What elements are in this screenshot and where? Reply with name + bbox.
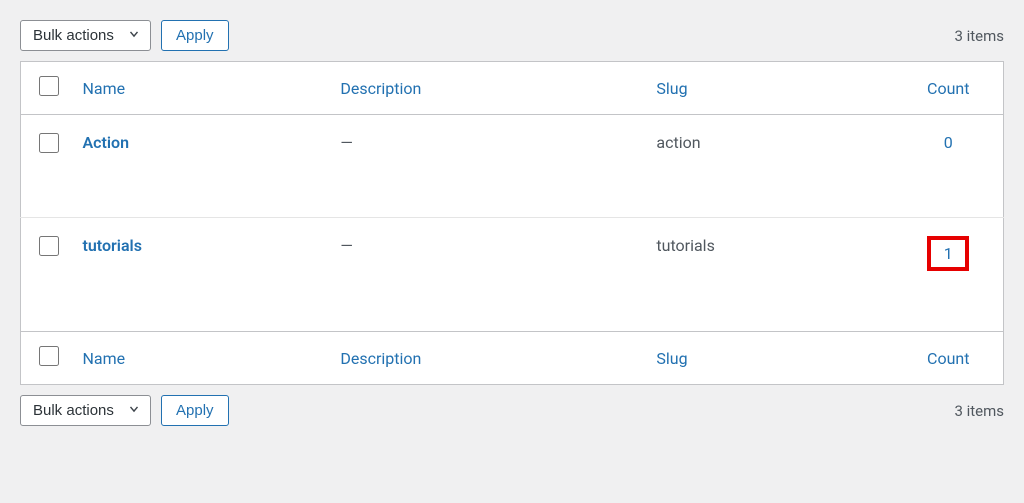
- tablenav-top: Bulk actions Apply 3 items: [20, 20, 1004, 51]
- term-count-link[interactable]: 1: [941, 244, 955, 263]
- term-slug: tutorials: [656, 236, 714, 255]
- column-name-footer[interactable]: Name: [83, 349, 126, 368]
- apply-button-bottom[interactable]: Apply: [161, 395, 229, 426]
- row-checkbox[interactable]: [39, 236, 59, 256]
- term-description: —: [340, 236, 353, 255]
- table-header-row: Name Description Slug Count: [21, 62, 1004, 115]
- column-description-footer[interactable]: Description: [340, 349, 421, 368]
- table-row: Action — action 0: [21, 115, 1004, 218]
- bulk-action-select-bottom[interactable]: Bulk actions: [20, 395, 151, 426]
- term-slug: action: [656, 133, 700, 152]
- term-description: —: [340, 133, 353, 152]
- column-slug-footer[interactable]: Slug: [656, 349, 687, 368]
- bulk-actions-top: Bulk actions Apply: [20, 20, 229, 51]
- column-slug[interactable]: Slug: [656, 79, 687, 98]
- bulk-action-select-top[interactable]: Bulk actions: [20, 20, 151, 51]
- term-count-link[interactable]: 0: [941, 133, 955, 152]
- column-description[interactable]: Description: [340, 79, 421, 98]
- bulk-actions-bottom: Bulk actions Apply: [20, 395, 229, 426]
- table-row: tutorials — tutorials 1: [21, 218, 1004, 332]
- term-name-link[interactable]: tutorials: [83, 236, 142, 255]
- items-count-top: 3 items: [954, 27, 1004, 45]
- table-footer-row: Name Description Slug Count: [21, 332, 1004, 385]
- terms-table: Name Description Slug Count Action — act…: [20, 61, 1004, 385]
- apply-button-top[interactable]: Apply: [161, 20, 229, 51]
- column-count[interactable]: Count: [927, 79, 969, 98]
- highlight-annotation: 1: [927, 236, 969, 271]
- select-all-bottom[interactable]: [39, 346, 59, 366]
- select-all-top[interactable]: [39, 76, 59, 96]
- row-checkbox[interactable]: [39, 133, 59, 153]
- items-count-bottom: 3 items: [954, 402, 1004, 420]
- tablenav-bottom: Bulk actions Apply 3 items: [20, 395, 1004, 426]
- column-count-footer[interactable]: Count: [927, 349, 969, 368]
- term-name-link[interactable]: Action: [83, 133, 130, 152]
- column-name[interactable]: Name: [83, 79, 126, 98]
